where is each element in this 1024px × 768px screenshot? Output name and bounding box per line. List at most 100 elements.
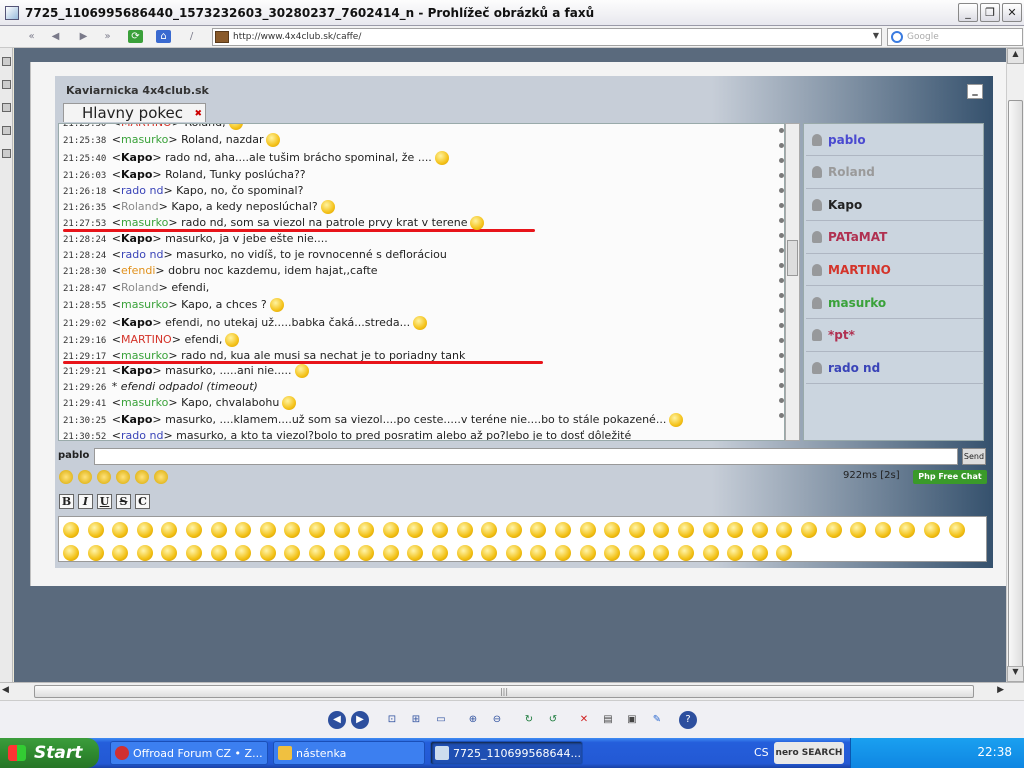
emoticon-icon[interactable]	[161, 522, 178, 538]
emoticon-icon[interactable]	[407, 522, 424, 538]
message-input[interactable]	[94, 448, 958, 465]
emoticon-icon[interactable]	[432, 545, 448, 561]
message-nick[interactable]: masurko	[121, 133, 168, 146]
rotate-left-icon[interactable]: ↺	[544, 711, 562, 729]
emoticon-icon[interactable]	[210, 545, 227, 561]
clock-tool-icon[interactable]	[97, 470, 111, 484]
user-list-item[interactable]: rado nd	[806, 352, 983, 385]
emoticon-icon[interactable]	[63, 522, 79, 538]
vertical-scrollbar[interactable]: ▲ ▼	[1006, 48, 1024, 682]
emoticon-icon[interactable]	[678, 545, 694, 561]
zoom-out-icon[interactable]: ⊖	[488, 711, 506, 729]
emoticon-icon[interactable]	[604, 522, 621, 538]
format-i-button[interactable]: I	[78, 494, 93, 509]
close-tab-icon[interactable]: ✖	[194, 105, 202, 123]
back-icon[interactable]: «	[24, 30, 39, 43]
scroll-up-icon[interactable]: ▲	[1007, 48, 1024, 64]
slideshow-icon[interactable]: ▭	[432, 711, 450, 729]
emoticon-icon[interactable]	[358, 522, 375, 538]
emoticon-icon[interactable]	[382, 545, 399, 561]
emoticon-icon[interactable]	[284, 545, 301, 561]
emoticon-icon[interactable]	[333, 545, 350, 561]
scroll-thumb[interactable]	[1008, 100, 1023, 676]
emoticon-icon[interactable]	[653, 545, 670, 561]
emoticon-icon[interactable]	[481, 522, 498, 538]
task-offroad-forum[interactable]: Offroad Forum CZ • Z...	[110, 741, 268, 765]
emoticon-icon[interactable]	[210, 522, 227, 538]
user-list-item[interactable]: *pt*	[806, 320, 983, 352]
message-nick[interactable]: masurko	[121, 216, 168, 229]
emoticon-icon[interactable]	[555, 545, 571, 561]
address-dropdown-icon[interactable]: ▼	[873, 31, 879, 40]
emoticon-icon[interactable]	[555, 522, 571, 538]
rotate-right-icon[interactable]: ↻	[520, 711, 538, 729]
home-icon[interactable]: ⌂	[156, 30, 171, 43]
actual-size-icon[interactable]: ⊞	[407, 711, 425, 729]
emoticon-icon[interactable]	[850, 522, 867, 538]
emoticon-icon[interactable]	[751, 545, 768, 561]
emoticon-icon[interactable]	[678, 522, 694, 538]
user-list-item[interactable]: PATaMAT	[806, 222, 983, 254]
emoticon-icon[interactable]	[186, 545, 202, 561]
scroll-down-icon[interactable]: ▼	[1007, 666, 1024, 682]
reload-icon[interactable]: ⟳	[128, 30, 143, 43]
message-nick[interactable]: masurko	[121, 396, 168, 409]
message-nick[interactable]: MARTINO	[121, 124, 172, 129]
scroll-right-icon[interactable]: ▶	[997, 685, 1004, 695]
forward-arrow-icon[interactable]: ▶	[76, 30, 91, 43]
emoticon-icon[interactable]	[874, 522, 891, 538]
tool-icon[interactable]	[2, 57, 11, 66]
previous-image-icon[interactable]: ◀	[328, 711, 346, 729]
emoticon-icon[interactable]	[456, 545, 473, 561]
scroll-left-icon[interactable]: ◀	[2, 685, 9, 695]
start-button[interactable]: Start	[0, 738, 99, 768]
emoticon-icon[interactable]	[309, 545, 325, 561]
emoticon-icon[interactable]	[801, 522, 817, 538]
emoticon-icon[interactable]	[63, 545, 79, 561]
emoticon-icon[interactable]	[628, 522, 645, 538]
emoticon-icon[interactable]	[628, 545, 645, 561]
bookmark-icon[interactable]: /	[184, 30, 199, 43]
message-nick[interactable]: rado nd	[121, 429, 163, 440]
emoticon-icon[interactable]	[259, 545, 276, 561]
emoticon-icon[interactable]	[776, 545, 793, 561]
message-nick[interactable]: Kapo	[121, 168, 152, 181]
devil-tool-icon[interactable]	[135, 470, 149, 484]
emoticon-icon[interactable]	[924, 522, 940, 538]
minimize-chat-button[interactable]: _	[967, 84, 983, 99]
hscroll-thumb[interactable]: |||	[34, 685, 974, 698]
message-nick[interactable]: rado nd	[121, 184, 163, 197]
tool-icon[interactable]	[2, 126, 11, 135]
message-nick[interactable]: Kapo	[121, 316, 152, 329]
emoticon-icon[interactable]	[727, 522, 744, 538]
emoticon-icon[interactable]	[112, 522, 129, 538]
chat-log-scrollbar[interactable]	[785, 123, 800, 441]
emoticon-icon[interactable]	[333, 522, 350, 538]
emoticon-icon[interactable]	[136, 545, 153, 561]
task-nastenka[interactable]: nástenka	[273, 741, 425, 765]
message-nick[interactable]: Kapo	[121, 232, 152, 245]
emoticon-icon[interactable]	[432, 522, 448, 538]
emoticon-icon[interactable]	[604, 545, 621, 561]
edit-icon[interactable]: ✎	[648, 711, 666, 729]
smiley-tool-icon[interactable]	[59, 470, 73, 484]
sound-tool-icon[interactable]	[116, 470, 130, 484]
emoticon-icon[interactable]	[235, 522, 252, 538]
format-s-button[interactable]: S	[116, 494, 131, 509]
emoticon-icon[interactable]	[530, 522, 547, 538]
user-tool-icon[interactable]	[154, 470, 168, 484]
minimize-button[interactable]: _	[958, 3, 978, 22]
emoticon-icon[interactable]	[87, 545, 104, 561]
tool-icon[interactable]	[2, 149, 11, 158]
horizontal-scrollbar[interactable]: ◀ ||| ▶	[0, 682, 1024, 700]
emoticon-icon[interactable]	[456, 522, 473, 538]
emoticon-icon[interactable]	[505, 545, 522, 561]
emoticon-icon[interactable]	[899, 522, 916, 538]
emoticon-icon[interactable]	[309, 522, 325, 538]
emoticon-icon[interactable]	[186, 522, 202, 538]
clock[interactable]: 22:38	[977, 745, 1012, 759]
format-u-button[interactable]: U	[97, 494, 112, 509]
next-image-icon[interactable]: ▶	[351, 711, 369, 729]
emoticon-icon[interactable]	[161, 545, 178, 561]
emoticon-icon[interactable]	[530, 545, 547, 561]
